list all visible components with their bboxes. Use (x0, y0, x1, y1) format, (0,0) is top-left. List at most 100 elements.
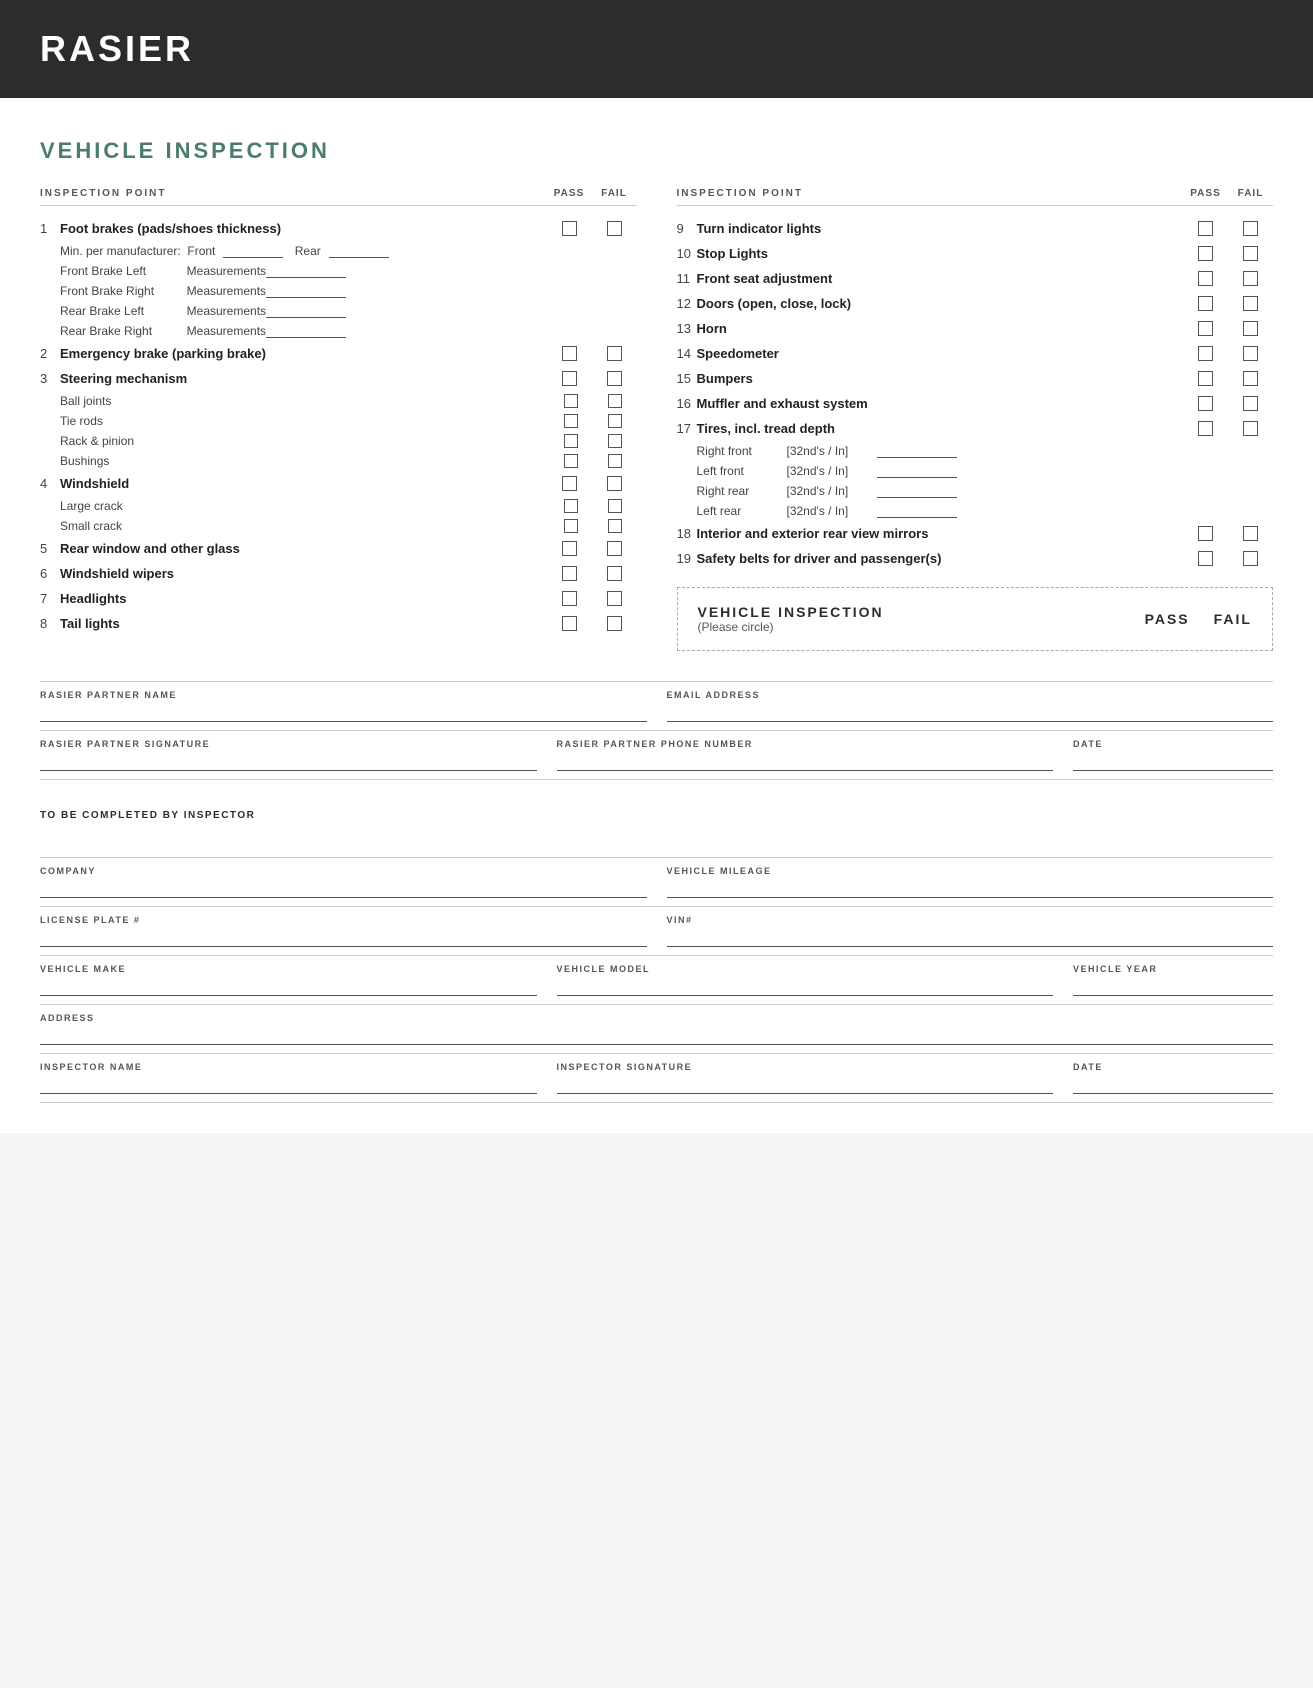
checkbox-3b-fail[interactable] (608, 414, 622, 428)
address-line[interactable] (40, 1027, 1273, 1045)
dashed-box-subtitle: (Please circle) (698, 620, 884, 634)
year-line[interactable] (1073, 978, 1273, 996)
result-fail-label: FAIL (1214, 611, 1252, 627)
checkbox-4b-fail[interactable] (608, 519, 622, 533)
checkbox-5-pass[interactable] (562, 541, 577, 556)
checkbox-11-fail[interactable] (1243, 271, 1258, 286)
checkbox-14-pass[interactable] (1198, 346, 1213, 361)
checkbox-7-pass[interactable] (562, 591, 577, 606)
checkbox-17-pass[interactable] (1198, 421, 1213, 436)
checkbox-9-fail[interactable] (1243, 221, 1258, 236)
checkbox-10-pass[interactable] (1198, 246, 1213, 261)
checkbox-6-fail[interactable] (607, 566, 622, 581)
email-line[interactable] (667, 704, 1274, 722)
partner-sig-line[interactable] (40, 753, 537, 771)
company-field: COMPANY (40, 866, 647, 898)
checkbox-1-fail[interactable] (607, 221, 622, 236)
checkbox-9-pass[interactable] (1198, 221, 1213, 236)
plate-line[interactable] (40, 929, 647, 947)
sub-small-crack: Small crack (40, 516, 637, 536)
inspector-section: TO BE COMPLETED BY INSPECTOR COMPANY VEH… (40, 796, 1273, 1103)
email-field: EMAIL ADDRESS (667, 690, 1274, 722)
checkbox-2-fail[interactable] (607, 346, 622, 361)
checkbox-3c-pass[interactable] (564, 434, 578, 448)
model-label: VEHICLE MODEL (557, 964, 1054, 974)
right-pass-label: PASS (1183, 188, 1228, 199)
tire-right-front: Right front [32nd's / In] (677, 441, 1274, 461)
checkbox-4-fail[interactable] (607, 476, 622, 491)
vin-line[interactable] (667, 929, 1274, 947)
partner-phone-line[interactable] (557, 753, 1054, 771)
checkbox-4-pass[interactable] (562, 476, 577, 491)
inspection-row-18: 18 Interior and exterior rear view mirro… (677, 521, 1274, 546)
inspector-sig-line[interactable] (557, 1076, 1054, 1094)
checkbox-13-pass[interactable] (1198, 321, 1213, 336)
checkbox-1-pass[interactable] (562, 221, 577, 236)
checkbox-8-pass[interactable] (562, 616, 577, 631)
checkbox-3a-pass[interactable] (564, 394, 578, 408)
inspector-date-line[interactable] (1073, 1076, 1273, 1094)
partner-date-line[interactable] (1073, 753, 1273, 771)
inspection-row-17: 17 Tires, incl. tread depth (677, 416, 1274, 441)
checkbox-7-fail[interactable] (607, 591, 622, 606)
make-line[interactable] (40, 978, 537, 996)
inspection-row-3: 3 Steering mechanism (40, 366, 637, 391)
checkbox-3c-fail[interactable] (608, 434, 622, 448)
checkbox-3b-pass[interactable] (564, 414, 578, 428)
plate-field: LICENSE PLATE # (40, 915, 647, 947)
checkbox-6-pass[interactable] (562, 566, 577, 581)
inspection-row-7: 7 Headlights (40, 586, 637, 611)
inspector-date-field: DATE (1073, 1062, 1273, 1094)
checkbox-4a-pass[interactable] (564, 499, 578, 513)
inspector-name-line[interactable] (40, 1076, 537, 1094)
checkbox-10-fail[interactable] (1243, 246, 1258, 261)
inspector-section-header: TO BE COMPLETED BY INSPECTOR (40, 800, 1273, 827)
checkbox-12-fail[interactable] (1243, 296, 1258, 311)
address-label: ADDRESS (40, 1013, 1273, 1023)
checkbox-17-fail[interactable] (1243, 421, 1258, 436)
right-fail-label: FAIL (1228, 188, 1273, 199)
sub-rack-pinion: Rack & pinion (40, 431, 637, 451)
mileage-field: VEHICLE MILEAGE (667, 866, 1274, 898)
checkbox-5-fail[interactable] (607, 541, 622, 556)
vin-field: VIN# (667, 915, 1274, 947)
checkbox-4a-fail[interactable] (608, 499, 622, 513)
mileage-line[interactable] (667, 880, 1274, 898)
partner-name-line[interactable] (40, 704, 647, 722)
inspector-name-field: INSPECTOR NAME (40, 1062, 537, 1094)
plate-vin-row: LICENSE PLATE # VIN# (40, 907, 1273, 956)
checkbox-3-pass[interactable] (562, 371, 577, 386)
inspection-row-11: 11 Front seat adjustment (677, 266, 1274, 291)
checkbox-15-fail[interactable] (1243, 371, 1258, 386)
left-fail-label: FAIL (592, 188, 637, 199)
tire-left-rear: Left rear [32nd's / In] (677, 501, 1274, 521)
partner-date-field: DATE (1073, 739, 1273, 771)
checkbox-3d-fail[interactable] (608, 454, 622, 468)
checkbox-16-pass[interactable] (1198, 396, 1213, 411)
year-label: VEHICLE YEAR (1073, 964, 1273, 974)
checkbox-2-pass[interactable] (562, 346, 577, 361)
checkbox-14-fail[interactable] (1243, 346, 1258, 361)
checkbox-11-pass[interactable] (1198, 271, 1213, 286)
checkbox-3d-pass[interactable] (564, 454, 578, 468)
checkbox-19-pass[interactable] (1198, 551, 1213, 566)
checkbox-3a-fail[interactable] (608, 394, 622, 408)
company-line[interactable] (40, 880, 647, 898)
checkbox-12-pass[interactable] (1198, 296, 1213, 311)
checkbox-15-pass[interactable] (1198, 371, 1213, 386)
checkbox-4b-pass[interactable] (564, 519, 578, 533)
checkbox-3-fail[interactable] (607, 371, 622, 386)
checkbox-18-fail[interactable] (1243, 526, 1258, 541)
partner-phone-label: RASIER PARTNER PHONE NUMBER (557, 739, 1054, 749)
make-model-year-row: VEHICLE MAKE VEHICLE MODEL VEHICLE YEAR (40, 956, 1273, 1005)
sub-ball-joints: Ball joints (40, 391, 637, 411)
checkbox-16-fail[interactable] (1243, 396, 1258, 411)
checkbox-13-fail[interactable] (1243, 321, 1258, 336)
company-label: COMPANY (40, 866, 647, 876)
checkbox-8-fail[interactable] (607, 616, 622, 631)
partner-name-email-row: RASIER PARTNER NAME EMAIL ADDRESS (40, 682, 1273, 731)
inspection-row-2: 2 Emergency brake (parking brake) (40, 341, 637, 366)
model-line[interactable] (557, 978, 1054, 996)
checkbox-19-fail[interactable] (1243, 551, 1258, 566)
checkbox-18-pass[interactable] (1198, 526, 1213, 541)
